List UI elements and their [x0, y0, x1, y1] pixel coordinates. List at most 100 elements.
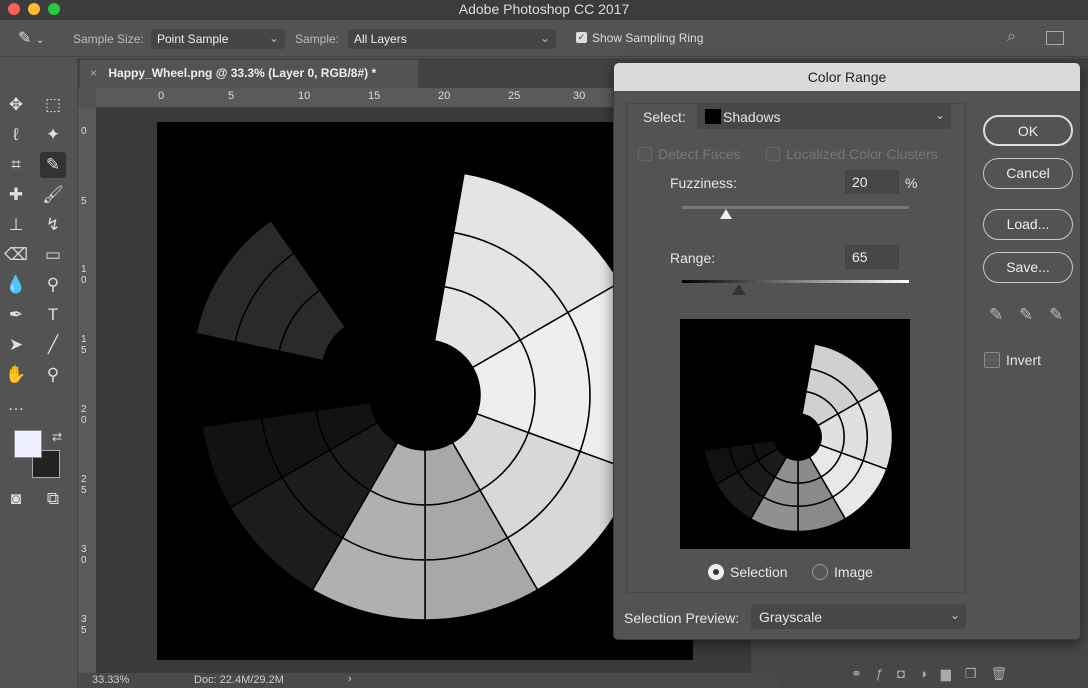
app-title: Adobe Photoshop CC 2017 [458, 1, 630, 17]
close-window-button[interactable] [8, 3, 20, 15]
tools-panel: ✥ ⬚ ℓ ✦ ⌗ ✎ ✚ 🖌 ⊥ ↯ ⌫ ▭ 💧 ⚲ ✒ T ➤ ╱ ✋ ⚲ … [0, 58, 78, 688]
eyedropper-icon[interactable]: ✎ [989, 305, 1003, 325]
ruler-tick: 20 [438, 90, 451, 102]
range-slider-track[interactable] [682, 280, 909, 283]
selection-radio[interactable] [708, 564, 724, 580]
range-slider-thumb[interactable] [732, 284, 746, 295]
range-label: Range: [670, 250, 716, 266]
horizontal-ruler: 0 5 10 15 20 25 30 [96, 88, 616, 108]
sample-size-select[interactable]: Point Sample ⌄ [151, 29, 285, 49]
dodge-tool-icon[interactable]: ⚲ [40, 272, 66, 298]
brush-tool-icon[interactable]: 🖌 [40, 182, 66, 208]
move-tool-icon[interactable]: ✥ [3, 92, 29, 118]
type-tool-icon[interactable]: T [40, 302, 66, 328]
ok-button[interactable]: OK [983, 115, 1073, 146]
preview-wheel [703, 343, 894, 533]
path-selection-icon[interactable]: ➤ [3, 332, 29, 358]
title-bar: Adobe Photoshop CC 2017 [0, 0, 1088, 20]
invert-checkbox[interactable] [984, 352, 1000, 368]
ruler-tick: 30 [573, 90, 586, 102]
ruler-tick: 25 [508, 90, 521, 102]
sample-value: All Layers [354, 32, 407, 46]
hand-tool-icon[interactable]: ✋ [3, 362, 29, 388]
gradient-tool-icon[interactable]: ▭ [40, 242, 66, 268]
eyedropper-tool-preset-icon[interactable]: ✎ ⌄ [18, 28, 44, 48]
ruler-tick: 5 [228, 90, 235, 102]
ruler-tick: 3 0 [81, 544, 87, 566]
cancel-button[interactable]: Cancel [983, 158, 1073, 189]
ruler-tick: 5 [81, 196, 87, 207]
eraser-tool-icon[interactable]: ⌫ [3, 242, 29, 268]
pen-tool-icon[interactable]: ✒ [3, 302, 29, 328]
status-menu-arrow[interactable]: › [348, 673, 352, 685]
status-bar: 33.33% Doc: 22.4M/29.2M › [78, 673, 778, 688]
image-radio-label: Image [834, 564, 873, 580]
options-bar: ✎ ⌄ Sample Size: Point Sample ⌄ Sample: A… [0, 20, 1088, 57]
sample-size-value: Point Sample [157, 32, 229, 46]
selection-preview-select[interactable]: Grayscale ⌄ [751, 604, 966, 629]
show-sampling-ring-label: Show Sampling Ring [592, 31, 704, 45]
fuzziness-input[interactable]: 20 [845, 170, 899, 194]
document-tab-title: Happy_Wheel.png @ 33.3% (Layer 0, RGB/8#… [108, 66, 377, 80]
foreground-color-swatch[interactable] [14, 430, 42, 458]
zoom-level[interactable]: 33.33% [92, 674, 129, 686]
color-range-dialog: Color Range Select: Shadows ⌄ Detect Fac… [613, 62, 1081, 640]
selection-preview-image [680, 319, 910, 549]
swap-colors-icon[interactable]: ⇄ [44, 424, 70, 450]
zoom-tool-icon[interactable]: ⚲ [40, 362, 66, 388]
search-icon[interactable]: ⌕ [1007, 28, 1016, 46]
close-tab-icon[interactable]: × [90, 66, 97, 80]
ruler-tick: 3 5 [81, 614, 87, 636]
dialog-title: Color Range [614, 63, 1080, 91]
detect-faces-checkbox[interactable] [638, 147, 652, 161]
ruler-tick: 0 [81, 126, 87, 137]
detect-faces-label: Detect Faces [658, 146, 741, 162]
show-sampling-ring-checkbox[interactable]: ✓ [576, 32, 587, 43]
crop-tool-icon[interactable]: ⌗ [3, 152, 29, 178]
save-button[interactable]: Save... [983, 252, 1073, 283]
doc-size: Doc: 22.4M/29.2M [194, 674, 284, 686]
sample-size-label: Sample Size: [73, 32, 144, 46]
document-tab[interactable]: × Happy_Wheel.png @ 33.3% (Layer 0, RGB/… [80, 60, 418, 88]
range-input[interactable]: 65 [845, 245, 899, 269]
line-tool-icon[interactable]: ╱ [40, 332, 66, 358]
vertical-ruler: 0 5 1 0 1 5 2 0 2 5 3 0 3 5 [78, 108, 96, 673]
selection-preview-label: Selection Preview: [624, 610, 740, 626]
ruler-tick: 2 0 [81, 404, 87, 426]
image-radio[interactable] [812, 564, 828, 580]
eyedropper-plus-icon[interactable]: ✎ [1019, 305, 1033, 325]
localized-clusters-checkbox[interactable] [766, 147, 780, 161]
minimize-window-button[interactable] [28, 3, 40, 15]
zoom-window-button[interactable] [48, 3, 60, 15]
workspace-icon[interactable] [1046, 31, 1064, 45]
stamp-tool-icon[interactable]: ⊥ [3, 212, 29, 238]
sample-select[interactable]: All Layers ⌄ [348, 29, 556, 49]
chevron-down-icon: ⌄ [949, 608, 960, 622]
eyedropper-minus-icon[interactable]: ✎ [1049, 305, 1063, 325]
more-tools-icon[interactable]: … [3, 392, 29, 418]
sample-label: Sample: [295, 32, 340, 46]
marquee-tool-icon[interactable]: ⬚ [40, 92, 66, 118]
fuzziness-unit: % [905, 175, 918, 191]
chevron-down-icon: ⌄ [268, 31, 279, 45]
fuzziness-slider-thumb[interactable] [720, 209, 732, 219]
ruler-tick: 10 [298, 90, 311, 102]
load-button[interactable]: Load... [983, 209, 1073, 240]
ruler-tick: 2 5 [81, 474, 87, 496]
select-dropdown[interactable]: Shadows ⌄ [697, 104, 951, 129]
quick-mask-icon[interactable]: ◙ [3, 486, 29, 512]
ruler-tick: 1 0 [81, 264, 87, 286]
selection-preview-value: Grayscale [759, 609, 823, 625]
eyedropper-tool-icon[interactable]: ✎ [40, 152, 66, 178]
screen-mode-icon[interactable]: ⧉ [40, 486, 66, 512]
shadows-swatch [705, 109, 721, 124]
ruler-tick: 15 [368, 90, 381, 102]
blur-tool-icon[interactable]: 💧 [3, 272, 29, 298]
lasso-tool-icon[interactable]: ℓ [3, 122, 29, 148]
magic-wand-icon[interactable]: ✦ [40, 122, 66, 148]
fuzziness-slider-track[interactable] [682, 206, 909, 209]
select-label: Select: [643, 109, 686, 125]
healing-brush-icon[interactable]: ✚ [3, 182, 29, 208]
layers-panel-footer-icons[interactable]: ⚭ƒ◘◑▆❐🗑 [851, 666, 1081, 682]
history-brush-icon[interactable]: ↯ [40, 212, 66, 238]
